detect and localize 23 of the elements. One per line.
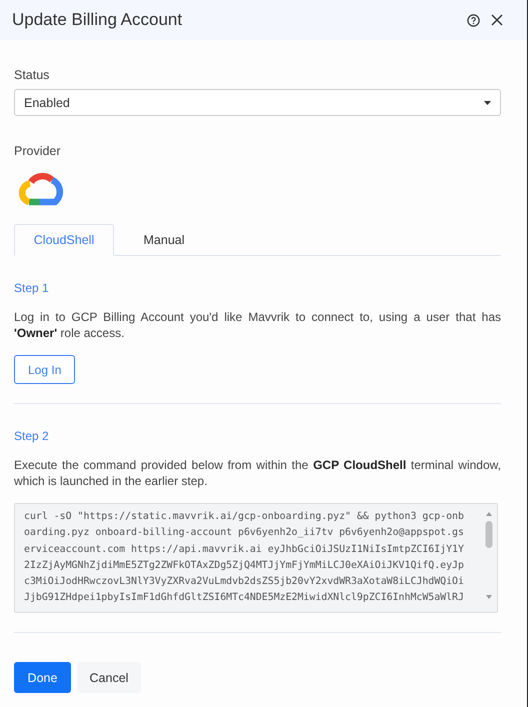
cancel-button[interactable]: Cancel: [77, 662, 141, 693]
instruction-text: Execute the command provided below from within the GCP CloudShell terminal window, which is launched in the earlier step.: [14, 457, 501, 489]
command-line: c3MiOiJodHRwczovL3NlY3VyZXRva2VuLmdvb2dsZS5jb20vY2xvdWR3aXotaW8iLCJhdWQiOi: [24, 575, 464, 590]
command-line: curl -sO "https://static.mavvrik.ai/gcp-onboarding.pyz" && python3 gcp-onb: [24, 510, 464, 524]
step-heading: Step 1: [14, 281, 49, 295]
close-icon[interactable]: [491, 14, 503, 26]
instruction-text: Log in to GCP Billing Account you'd like Mavvrik to connect to, using a user that has 'Owner' role access.: [14, 309, 501, 341]
help-icon[interactable]: [467, 14, 480, 26]
login-button[interactable]: Log In: [14, 355, 76, 384]
command-line: 2IzZjAyMGNhZjdiMmE5ZTg2ZWFkOTAxZDg5ZjQ4MTJjYmFjYmMiLCJ0eXAiOiJKV1QifQ.eyJp: [24, 558, 464, 573]
field-label: Status: [14, 68, 50, 82]
field-label: Provider: [14, 144, 61, 158]
tab[interactable]: Manual: [114, 224, 214, 256]
status-dropdown[interactable]: Enabled: [14, 89, 501, 116]
step-heading: Step 2: [14, 429, 49, 443]
command-line: oarding.pyz onboard-billing-account p6v6yenh2o_ii7tv p6v6yenh2o@appspot.gs: [24, 526, 464, 540]
command-line: erviceaccount.com https://api.mavvrik.ai eyJhbGciOiJSUzI1NiIsImtpZCI6IjY1Y: [24, 542, 464, 557]
dialog-title: Update Billing Account: [12, 10, 182, 30]
done-button[interactable]: Done: [14, 662, 71, 693]
command-line: JjbG91ZHdpei1pbyIsImF1dGhfdGltZSI6MTc4NDE5MzE2MiwidXNlcl9pZCI6InhMcW5aWlRJ: [24, 591, 464, 606]
tab[interactable]: CloudShell: [14, 224, 114, 256]
caret-icon: [484, 100, 491, 104]
command-box[interactable]: [14, 503, 498, 613]
